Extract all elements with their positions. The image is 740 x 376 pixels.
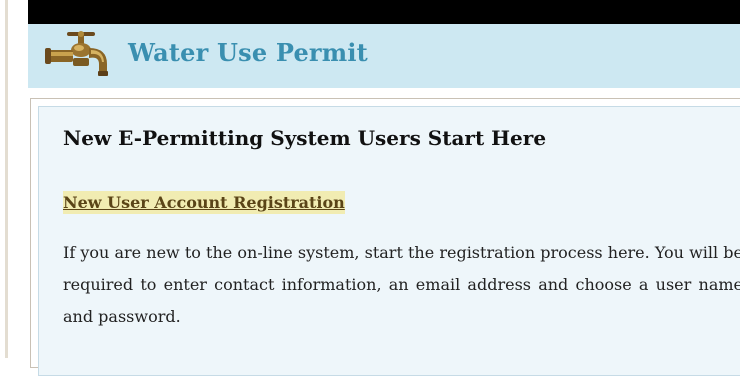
panel-heading: New E-Permitting System Users Start Here (63, 126, 547, 150)
faucet-icon (45, 31, 108, 76)
top-black-bar (28, 0, 740, 24)
left-page-border (0, 0, 8, 358)
page-title: Water Use Permit (128, 38, 368, 67)
new-user-registration-link[interactable]: New User Account Registration (63, 191, 345, 214)
section-header: Water Use Permit (28, 24, 740, 88)
new-users-panel: New E-Permitting System Users Start Here… (30, 98, 740, 376)
registration-description: If you are new to the on-line system, st… (63, 243, 740, 326)
new-users-panel-body: New E-Permitting System Users Start Here… (38, 106, 740, 376)
